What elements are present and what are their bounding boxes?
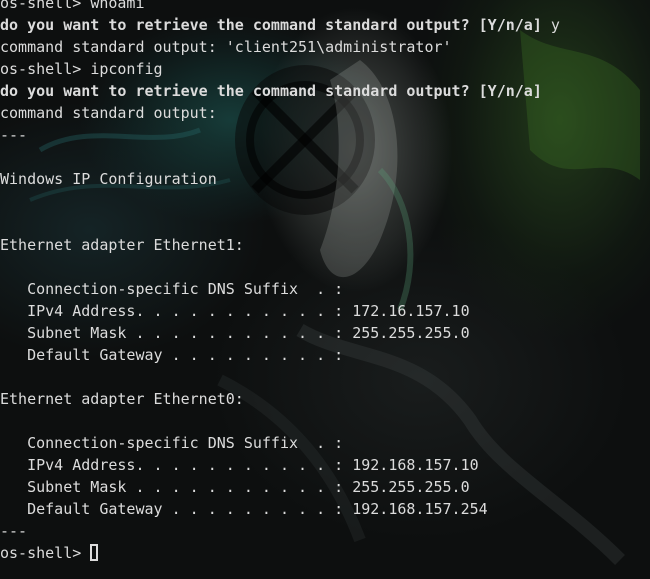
terminal-window[interactable]: os-shell> whoami do you want to retrieve … <box>0 0 650 579</box>
confirm-question-line: do you want to retrieve the command stan… <box>0 14 650 36</box>
confirm-question-line: do you want to retrieve the command stan… <box>0 80 650 102</box>
output-line: Windows IP Configuration <box>0 170 217 188</box>
command-text: ipconfig <box>90 60 163 78</box>
terminal-output: os-shell> whoami do you want to retrieve … <box>0 0 650 564</box>
output-line: --- <box>0 126 28 144</box>
prompt-line: os-shell> ipconfig <box>0 58 650 80</box>
output-line: Connection-specific DNS Suffix . : <box>0 280 344 298</box>
output-line: command standard output: 'client251\admi… <box>0 38 452 56</box>
output-line: IPv4 Address. . . . . . . . . . . : 172.… <box>0 302 470 320</box>
output-line: Default Gateway . . . . . . . . . : <box>0 346 344 364</box>
confirm-question: do you want to retrieve the command stan… <box>0 16 542 34</box>
prompt-line: os-shell> whoami <box>0 0 650 14</box>
command-text: whoami <box>90 0 145 12</box>
prompt-line: os-shell> <box>0 542 650 564</box>
output-line: Connection-specific DNS Suffix . : <box>0 434 344 452</box>
output-line: Subnet Mask . . . . . . . . . . . : 255.… <box>0 478 470 496</box>
confirm-answer: y <box>550 16 560 34</box>
output-line: --- <box>0 522 28 540</box>
cursor-block-icon[interactable] <box>90 544 99 561</box>
confirm-question: do you want to retrieve the command stan… <box>0 82 542 100</box>
output-line: Subnet Mask . . . . . . . . . . . : 255.… <box>0 324 470 342</box>
output-line: IPv4 Address. . . . . . . . . . . : 192.… <box>0 456 479 474</box>
output-line: Ethernet adapter Ethernet0: <box>0 390 244 408</box>
output-line: command standard output: <box>0 104 217 122</box>
output-line: Default Gateway . . . . . . . . . : 192.… <box>0 500 488 518</box>
shell-prompt: os-shell> <box>0 60 82 78</box>
shell-prompt: os-shell> <box>0 544 82 562</box>
output-line: Ethernet adapter Ethernet1: <box>0 236 244 254</box>
shell-prompt: os-shell> <box>0 0 82 12</box>
